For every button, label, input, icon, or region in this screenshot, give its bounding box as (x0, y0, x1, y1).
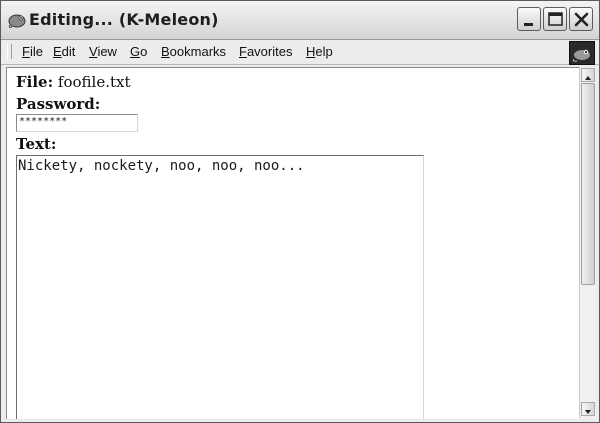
scroll-down-button[interactable] (581, 402, 595, 416)
menu-bar: File Edit View Go Bookmarks Favorites He… (1, 40, 599, 65)
title-bar[interactable]: Editing... (K-Meleon) (1, 1, 599, 40)
maximize-icon (548, 12, 563, 26)
page-content: File: foofile.txt Password: ******** Tex… (6, 67, 579, 419)
menu-item-help[interactable]: Help (306, 44, 333, 59)
menu-item-edit[interactable]: Edit (53, 44, 75, 59)
scrollbar-thumb[interactable] (581, 83, 595, 285)
browser-window: Editing... (K-Meleon) File Edit View Go … (0, 0, 600, 423)
arrow-down-icon (585, 410, 591, 414)
minimize-icon (524, 23, 533, 26)
window-title: Editing... (K-Meleon) (29, 10, 219, 29)
file-name: foofile.txt (57, 73, 131, 91)
menu-item-go[interactable]: Go (130, 44, 147, 59)
maximize-button[interactable] (543, 7, 567, 31)
password-label: Password: (16, 95, 101, 113)
k-meleon-throbber-icon (569, 41, 595, 65)
menu-item-favorites[interactable]: Favorites (239, 44, 292, 59)
password-field[interactable]: ******** (16, 114, 138, 132)
minimize-button[interactable] (517, 7, 541, 31)
file-label: File: (16, 73, 54, 91)
file-info: File: foofile.txt (16, 73, 131, 91)
vertical-scrollbar[interactable] (579, 67, 596, 418)
close-icon (574, 12, 589, 27)
k-meleon-chameleon-icon (7, 11, 27, 29)
menu-item-file[interactable]: File (22, 44, 43, 59)
close-button[interactable] (569, 7, 593, 31)
text-area[interactable]: Nickety, nockety, noo, noo, noo... (16, 155, 424, 419)
menu-bar-grip[interactable] (7, 44, 12, 59)
scroll-up-button[interactable] (581, 68, 595, 82)
menu-item-bookmarks[interactable]: Bookmarks (161, 44, 226, 59)
menu-item-view[interactable]: View (89, 44, 117, 59)
text-label: Text: (16, 135, 57, 153)
